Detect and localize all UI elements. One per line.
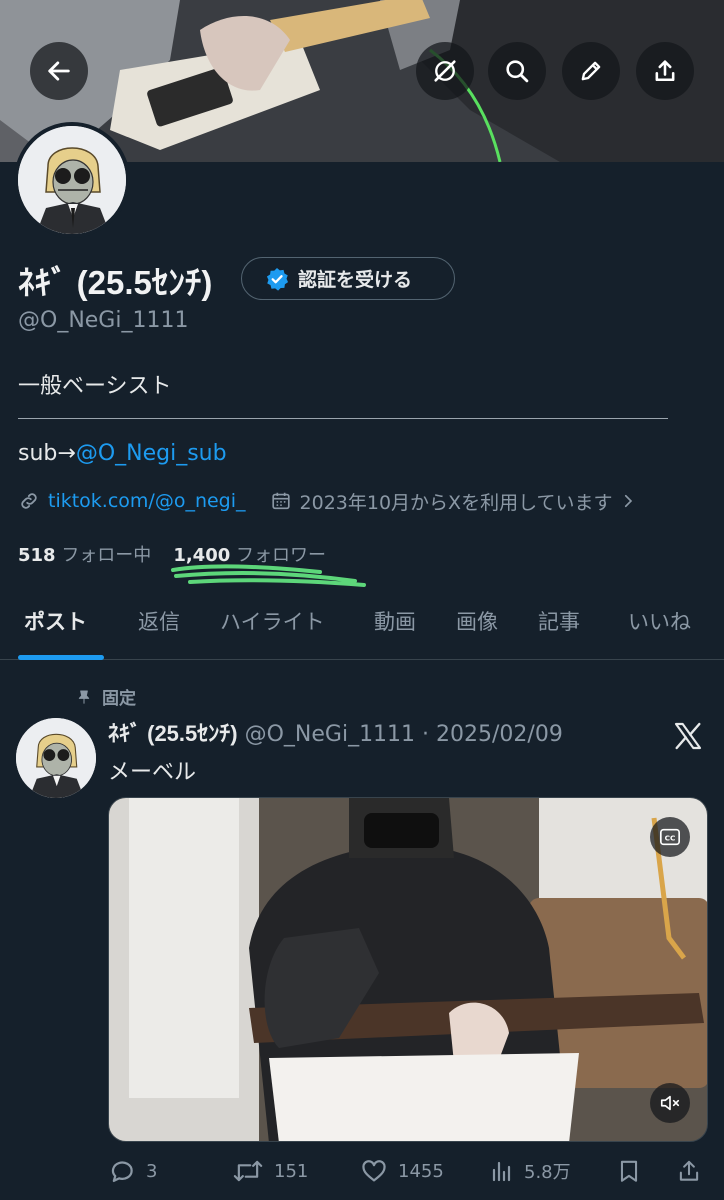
tab-replies[interactable]: 返信	[138, 606, 180, 636]
bio-text: 一般ベーシスト	[18, 374, 172, 399]
bio-sub-prefix: sub→	[18, 441, 76, 466]
post-author-name[interactable]: ﾈｷﾞ (25.5ｾﾝﾁ)	[108, 721, 238, 746]
back-button[interactable]	[30, 42, 88, 100]
cc-icon: CC	[660, 828, 680, 846]
like-button[interactable]: 1455	[360, 1156, 444, 1186]
repost-button[interactable]: 151	[232, 1156, 308, 1186]
views-count: 5.8万	[524, 1162, 571, 1183]
video-frame	[109, 798, 707, 1141]
bio-divider-line	[18, 418, 668, 419]
verified-badge-icon	[266, 267, 289, 291]
profile-meta-row: tiktok.com/@o_negi_ 2023年10月からXを利用しています	[18, 486, 637, 516]
following-label: フォロー中	[61, 545, 152, 566]
bookmark-button[interactable]	[616, 1156, 642, 1186]
grok-button[interactable]	[416, 42, 474, 100]
repost-icon	[233, 1160, 263, 1182]
reply-button[interactable]: 3	[108, 1156, 157, 1186]
link-icon	[21, 493, 37, 509]
post-author-meta[interactable]: @O_NeGi_1111 · 2025/02/09	[245, 722, 563, 747]
avatar-illustration	[16, 718, 96, 798]
views-button[interactable]: 5.8万	[490, 1156, 571, 1186]
share-icon	[655, 60, 675, 82]
svg-text:CC: CC	[665, 834, 676, 843]
highlight-marker-scribble	[171, 564, 366, 587]
share-button[interactable]	[636, 42, 694, 100]
active-tab-indicator	[18, 655, 104, 660]
tab-articles[interactable]: 記事	[538, 606, 580, 636]
get-verified-button[interactable]: 認証を受ける	[241, 257, 455, 300]
pinned-label: 固定	[102, 689, 136, 709]
back-arrow-icon	[48, 61, 70, 81]
profile-website-link[interactable]: tiktok.com/@o_negi_	[48, 490, 246, 512]
share-icon	[679, 1160, 699, 1181]
search-icon	[506, 60, 529, 83]
chevron-right-icon[interactable]	[619, 492, 637, 510]
tab-highlights[interactable]: ハイライト	[220, 606, 325, 636]
heart-icon	[362, 1160, 386, 1182]
display-name: ﾈｷﾞ (25.5ｾﾝﾁ)	[18, 264, 213, 301]
post-share-button[interactable]	[676, 1156, 702, 1186]
like-count: 1455	[398, 1160, 444, 1182]
following-count: 518	[18, 545, 56, 566]
x-logo-icon	[674, 722, 702, 750]
post-text: メーベル	[108, 760, 197, 785]
reply-icon	[111, 1161, 133, 1183]
views-icon	[492, 1161, 511, 1182]
pin-icon	[78, 690, 90, 704]
tab-videos[interactable]: 動画	[374, 606, 416, 636]
bio-sub-line: sub→@O_Negi_sub	[18, 441, 227, 466]
bookmark-icon	[620, 1160, 638, 1182]
calendar-icon	[271, 492, 290, 510]
pinned-indicator: 固定	[76, 684, 136, 709]
tab-photos[interactable]: 画像	[456, 606, 498, 636]
repost-count: 151	[274, 1160, 309, 1182]
mute-button[interactable]	[650, 1083, 690, 1123]
profile-avatar[interactable]	[14, 122, 130, 238]
following-link[interactable]: 518 フォロー中	[18, 545, 151, 566]
search-button[interactable]	[488, 42, 546, 100]
profile-tabs: ポスト 返信 ハイライト 動画 画像 記事 いいね	[0, 598, 724, 660]
post-author-avatar[interactable]	[16, 718, 96, 798]
tab-posts[interactable]: ポスト	[24, 606, 87, 636]
joined-date[interactable]: 2023年10月からXを利用しています	[300, 488, 613, 515]
pencil-icon	[581, 61, 601, 81]
grok-icon	[434, 60, 456, 82]
captions-button[interactable]: CC	[650, 817, 690, 857]
post-video[interactable]: CC	[108, 797, 708, 1142]
profile-handle: @O_NeGi_1111	[18, 308, 189, 333]
get-verified-label: 認証を受ける	[298, 269, 413, 291]
post-header: ﾈｷﾞ (25.5ｾﾝﾁ) @O_NeGi_1111 · 2025/02/09	[108, 716, 563, 748]
mute-icon	[660, 1095, 680, 1111]
bio-sub-mention-link[interactable]: @O_Negi_sub	[76, 441, 227, 466]
tab-likes[interactable]: いいね	[628, 606, 691, 636]
edit-button[interactable]	[562, 42, 620, 100]
avatar-illustration	[18, 126, 126, 234]
reply-count: 3	[146, 1160, 158, 1182]
